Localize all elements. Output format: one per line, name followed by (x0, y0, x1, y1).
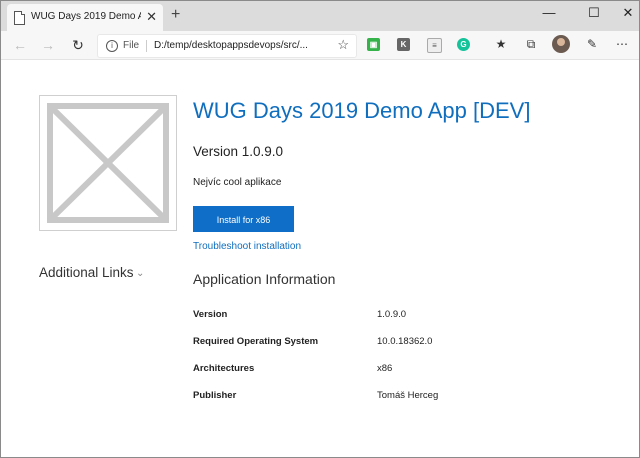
info-label-architectures: Architectures (193, 363, 255, 374)
page-title: WUG Days 2019 Demo App [DEV] (193, 98, 531, 123)
tab-bar: WUG Days 2019 Demo App [DEV] ✕ + — ☐ ✕ (1, 1, 639, 31)
browser-toolbar: ← → ↻ i File D:/temp/desktopappsdevops/s… (1, 31, 639, 60)
info-value-version: 1.0.9.0 (377, 309, 407, 320)
new-tab-button[interactable]: + (171, 6, 180, 24)
info-heading: Application Information (193, 271, 336, 287)
profile-avatar[interactable] (552, 35, 570, 53)
minimize-button[interactable]: — (539, 5, 559, 20)
troubleshoot-link[interactable]: Troubleshoot installation (193, 241, 301, 252)
browser-tab[interactable]: WUG Days 2019 Demo App [DEV] ✕ (7, 4, 163, 31)
close-tab-icon[interactable]: ✕ (146, 9, 157, 25)
back-arrow-icon[interactable]: ← (11, 36, 29, 54)
version-heading: Version 1.0.9.0 (193, 144, 284, 159)
maximize-button[interactable]: ☐ (584, 5, 604, 21)
app-description: Nejvíc cool aplikace (193, 177, 282, 188)
refresh-icon[interactable]: ↻ (69, 36, 87, 54)
tab-title: WUG Days 2019 Demo App [DEV] (31, 11, 141, 22)
forward-arrow-icon[interactable]: → (39, 36, 57, 54)
collections-icon[interactable]: ⧉ (523, 37, 539, 52)
page-icon (14, 11, 25, 25)
address-bar[interactable]: i File D:/temp/desktopappsdevops/src/...… (97, 34, 357, 58)
url-text[interactable]: D:/temp/desktopappsdevops/src/... (154, 40, 308, 51)
bookmark-icon[interactable]: ≡ (427, 38, 442, 53)
info-value-architectures: x86 (377, 363, 393, 374)
protocol-label: File (123, 40, 140, 51)
info-label-version: Version (193, 309, 228, 320)
info-label-os: Required Operating System (193, 336, 319, 347)
info-value-os: 10.0.18362.0 (377, 336, 433, 347)
additional-links-toggle[interactable]: Additional Links (39, 265, 134, 280)
install-button[interactable]: Install for x86 (193, 206, 294, 232)
grammarly-icon[interactable]: G (457, 38, 470, 51)
close-window-button[interactable]: ✕ (618, 5, 638, 21)
app-logo-placeholder (39, 95, 177, 231)
info-label-publisher: Publisher (193, 390, 237, 401)
feedback-icon[interactable]: ✎ (584, 37, 600, 51)
reader-icon[interactable]: ▣ (367, 38, 380, 51)
browser-window: WUG Days 2019 Demo App [DEV] ✕ + — ☐ ✕ ←… (0, 0, 640, 458)
info-value-publisher: Tomáš Herceg (377, 390, 439, 401)
k-extension-icon[interactable]: K (397, 38, 410, 51)
favorites-icon[interactable]: ★ (493, 37, 509, 51)
info-icon[interactable]: i (106, 40, 118, 52)
page-content: Additional Links ⌄ WUG Days 2019 Demo Ap… (1, 60, 639, 457)
chevron-down-icon[interactable]: ⌄ (136, 268, 144, 279)
more-icon[interactable]: ⋯ (614, 37, 630, 51)
favorite-star-icon[interactable]: ☆ (337, 37, 349, 53)
address-divider (146, 40, 147, 52)
image-placeholder-icon (47, 103, 169, 223)
